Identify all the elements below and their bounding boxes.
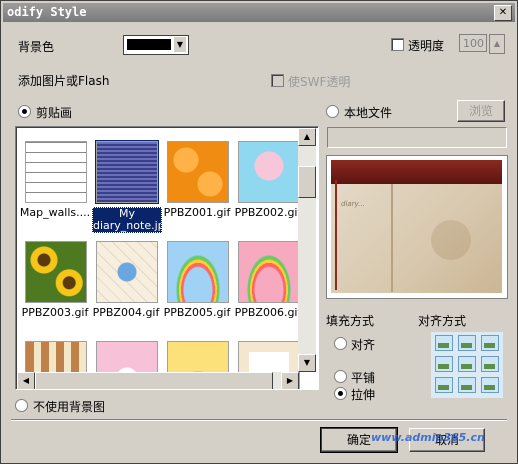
align-bottom-center-icon[interactable] xyxy=(458,377,476,393)
color-swatch xyxy=(127,39,171,50)
align-top-left-icon[interactable] xyxy=(435,335,453,351)
clipart-label: 剪贴画 xyxy=(36,106,73,120)
thumbnail-image[interactable] xyxy=(167,141,229,203)
scroll-up-icon[interactable]: ▲ xyxy=(298,128,316,146)
thumbnail-image[interactable] xyxy=(25,141,87,203)
scrollbar-thumb[interactable] xyxy=(298,166,316,198)
thumbnail-label[interactable]: PPBZ001.gif xyxy=(161,207,233,219)
local-file-path-input[interactable] xyxy=(327,127,507,148)
fill-stretch-radio[interactable] xyxy=(334,387,347,400)
bg-color-label: 背景色 xyxy=(18,40,55,54)
close-icon: ✕ xyxy=(498,7,508,18)
fill-align-label: 对齐 xyxy=(351,338,376,352)
vertical-scrollbar[interactable]: ▲ ▼ xyxy=(298,128,316,372)
thumbnail-label[interactable]: PPBZ006.gif xyxy=(232,307,304,319)
swf-transparent-label: 使SWF透明 xyxy=(288,75,351,89)
scroll-right-icon[interactable]: ▶ xyxy=(281,372,299,389)
align-middle-left-icon[interactable] xyxy=(435,356,453,372)
separator xyxy=(11,419,507,421)
thumbnail-image[interactable] xyxy=(95,140,159,204)
transparency-checkbox[interactable] xyxy=(391,38,404,51)
thumbnail-image[interactable] xyxy=(96,241,158,303)
thumbnail-image[interactable] xyxy=(238,141,300,203)
align-middle-right-icon[interactable] xyxy=(481,356,499,372)
fill-tile-radio[interactable] xyxy=(334,370,347,383)
window-title: odify Style xyxy=(7,5,87,19)
thumbnail-label[interactable]: PPBZ004.gif xyxy=(90,307,162,319)
transparency-spinner[interactable]: ▲ xyxy=(489,34,505,54)
dropdown-arrow-icon: ▼ xyxy=(174,37,186,52)
preview-panel: diary... xyxy=(326,155,508,299)
local-file-radio[interactable] xyxy=(326,105,339,118)
thumbnail-image[interactable] xyxy=(167,241,229,303)
hscrollbar-thumb[interactable] xyxy=(35,372,273,389)
alignment-grid[interactable] xyxy=(431,332,503,398)
transparency-input[interactable]: 100 xyxy=(459,34,487,52)
thumbnail-label[interactable]: PPBZ005.gif xyxy=(161,307,233,319)
align-top-right-icon[interactable] xyxy=(481,335,499,351)
bg-color-picker[interactable]: ▼ xyxy=(123,35,189,55)
transparency-value: 100 xyxy=(463,37,484,50)
close-button[interactable]: ✕ xyxy=(494,5,512,21)
fill-tile-label: 平铺 xyxy=(351,371,376,385)
modify-style-dialog: odify Style ✕ 背景色 ▼ 透明度 100 ▲ 添加图片或Flash… xyxy=(0,0,518,464)
horizontal-scrollbar[interactable]: ◀ ▶ xyxy=(17,372,299,389)
scroll-left-icon[interactable]: ◀ xyxy=(17,372,35,389)
no-background-label: 不使用背景图 xyxy=(33,400,106,414)
clipart-radio[interactable] xyxy=(18,105,31,118)
align-top-center-icon[interactable] xyxy=(458,335,476,351)
thumbnail-label[interactable]: PPBZ002.gif xyxy=(232,207,304,219)
align-center-icon[interactable] xyxy=(458,356,476,372)
align-mode-label: 对齐方式 xyxy=(418,314,467,328)
title-bar: odify Style ✕ xyxy=(3,3,515,22)
preview-image: diary... xyxy=(331,160,502,293)
browse-button[interactable]: 浏览 xyxy=(457,100,505,122)
watermark: www.admin365.cn xyxy=(371,431,485,444)
transparency-label: 透明度 xyxy=(408,39,445,53)
align-bottom-left-icon[interactable] xyxy=(435,377,453,393)
thumbnail-label[interactable]: My diary_note.jpg xyxy=(92,207,162,233)
scroll-down-icon[interactable]: ▼ xyxy=(298,354,316,372)
fill-stretch-label: 拉伸 xyxy=(351,388,376,402)
align-bottom-right-icon[interactable] xyxy=(481,377,499,393)
fill-align-radio[interactable] xyxy=(334,337,347,350)
no-background-radio[interactable] xyxy=(15,399,28,412)
local-file-label: 本地文件 xyxy=(344,106,393,120)
fill-mode-label: 填充方式 xyxy=(326,314,375,328)
swf-transparent-checkbox[interactable] xyxy=(271,74,284,87)
thumbnail-image[interactable] xyxy=(238,241,300,303)
clipart-list: Map_walls....My diary_note.jpgPPBZ001.gi… xyxy=(15,126,319,390)
thumbnail-label[interactable]: PPBZ003.gif xyxy=(19,307,91,319)
add-media-label: 添加图片或Flash xyxy=(18,74,110,88)
thumbnail-label[interactable]: Map_walls.... xyxy=(19,207,91,219)
thumbnail-image[interactable] xyxy=(25,241,87,303)
